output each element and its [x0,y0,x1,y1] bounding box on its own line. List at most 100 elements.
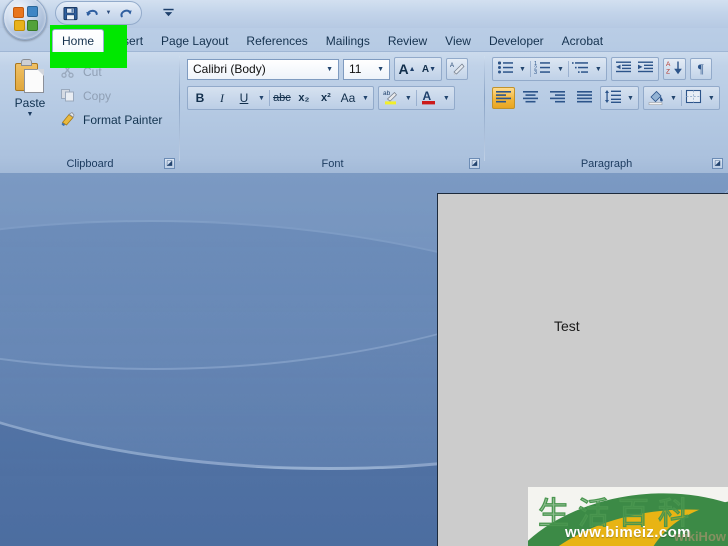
borders-button[interactable] [683,88,705,109]
undo-icon[interactable] [82,3,102,23]
paragraph-top-row: ▼ 1 2 3 ▼ ▼ A Z ¶ [492,57,724,81]
numbering-button[interactable]: 1 2 3 [532,59,554,80]
save-icon[interactable] [60,3,80,23]
align-center-button[interactable] [519,87,542,109]
paste-label: Paste [14,96,46,110]
tab-label: View [445,34,471,48]
tab-label: Page Layout [161,34,229,48]
tab-home[interactable]: Home [52,29,105,52]
paragraph-dialog-launcher-icon[interactable]: ◪ [712,158,723,169]
line-spacing-dropdown-icon[interactable]: ▼ [624,95,637,102]
shading-button[interactable] [645,88,667,109]
sort-icon: A Z [666,60,683,78]
align-left-button[interactable] [492,87,515,109]
tab-label: Developer [488,34,544,48]
tab-references[interactable]: References [237,31,316,52]
bold-label: B [195,91,205,105]
paragraph-group-body: ▼ 1 2 3 ▼ ▼ A Z ¶ ▼ ▼ ▼ [485,52,728,155]
svg-text:A: A [450,63,454,69]
copy-button[interactable]: Copy [56,85,166,106]
change-case-button[interactable]: Aa [337,88,359,109]
highlight-dropdown-icon[interactable]: ▼ [402,95,415,102]
tab-view[interactable]: View [436,31,480,52]
tab-mailings[interactable]: Mailings [317,31,379,52]
copy-label: Copy [83,88,112,103]
font-name-input[interactable]: Calibri (Body) ▼ [187,58,339,80]
clear-formatting-button[interactable]: A [446,58,468,80]
font-color-icon: A [420,88,437,108]
redo-icon[interactable] [115,3,135,23]
clipboard-label-text: Clipboard [66,158,114,170]
document-body-text[interactable]: Test [554,318,580,334]
change-case-dropdown-icon[interactable]: ▼ [359,95,372,102]
paste-button[interactable]: Paste ▼ [4,57,56,119]
superscript-button[interactable]: x² [315,88,337,109]
sort-button[interactable]: A Z [662,58,686,80]
bullets-dropdown-icon[interactable]: ▼ [516,66,529,73]
borders-dropdown-icon[interactable]: ▼ [705,95,718,102]
paste-dropdown-icon[interactable]: ▼ [27,111,34,119]
customize-quick-access-icon[interactable] [160,4,176,21]
svg-text:A: A [666,61,671,68]
bullets-button[interactable] [494,59,516,80]
clipboard-group-label: Clipboard ◪ [0,155,180,173]
align-right-button[interactable] [546,87,569,109]
line-spacing-icon [604,89,622,107]
svg-text:Z: Z [666,69,670,76]
font-color-buttons: ab ▼ A ▼ [377,86,455,110]
line-spacing-button[interactable] [602,88,624,109]
undo-dropdown-icon[interactable]: ▼ [104,3,113,23]
shrink-font-button[interactable]: A ▼ [418,59,440,80]
underline-button[interactable]: U [233,88,255,109]
font-color-dropdown-icon[interactable]: ▼ [440,95,453,102]
tab-label: References [246,34,308,48]
clipboard-dialog-launcher-icon[interactable]: ◪ [164,158,175,169]
font-dialog-launcher-icon[interactable]: ◪ [469,158,480,169]
tab-label: Mailings [325,34,370,48]
bold-button[interactable]: B [189,88,211,109]
tab-developer[interactable]: Developer [480,31,553,52]
show-formatting-marks-button[interactable]: ¶ [689,58,712,80]
tab-review[interactable]: Review [379,31,436,52]
paste-icon [13,59,47,95]
format-painter-button[interactable]: Format Painter [56,109,166,130]
font-color-button[interactable]: A [418,88,440,109]
decrease-indent-button[interactable] [613,59,635,80]
chevron-down-icon[interactable]: ▼ [323,66,336,73]
tab-label: Acrobat [561,34,604,48]
multilevel-list-button[interactable] [570,59,592,80]
multilevel-dropdown-icon[interactable]: ▼ [592,66,605,73]
text-highlight-button[interactable]: ab [380,88,402,109]
change-case-label: Aa [340,91,356,105]
justify-icon [576,90,593,107]
grow-font-button[interactable]: A ▲ [396,59,418,80]
pilcrow-icon: ¶ [697,61,704,76]
superscript-label: x² [321,92,331,104]
underline-label: U [239,91,249,105]
increase-indent-button[interactable] [635,59,657,80]
tab-label: Home [62,34,95,48]
tab-page-layout[interactable]: Page Layout [152,31,237,52]
italic-button[interactable]: I [211,88,233,109]
shading-borders-group: ▼ ▼ [642,86,720,110]
tab-acrobat[interactable]: Acrobat [553,31,612,52]
ribbon: Paste ▼ Cut Copy Format Painter Clipboar… [0,51,728,173]
format-painter-icon [60,111,77,128]
highlight-icon: ab [382,88,399,108]
title-bar: ▼ [0,0,728,40]
screen: ▼ Home Insert Page Layout References Mai… [0,0,728,546]
strikethrough-button[interactable]: abc [271,88,293,109]
chevron-down-icon[interactable]: ▼ [374,66,387,73]
paragraph-group-label: Paragraph ◪ [485,155,728,173]
subscript-button[interactable]: x₂ [293,88,315,109]
shading-dropdown-icon[interactable]: ▼ [667,95,680,102]
underline-dropdown-icon[interactable]: ▼ [255,95,268,102]
font-group-label: Font ◪ [180,155,485,173]
watermark-logo: 生活百科 www.bimeiz.com wikiHow [528,487,728,546]
format-painter-label: Format Painter [83,112,163,127]
italic-label: I [220,90,224,105]
numbering-dropdown-icon[interactable]: ▼ [554,66,567,73]
justify-button[interactable] [573,87,596,109]
font-size-value: 11 [349,62,362,76]
font-size-input[interactable]: 11 ▼ [343,58,390,80]
